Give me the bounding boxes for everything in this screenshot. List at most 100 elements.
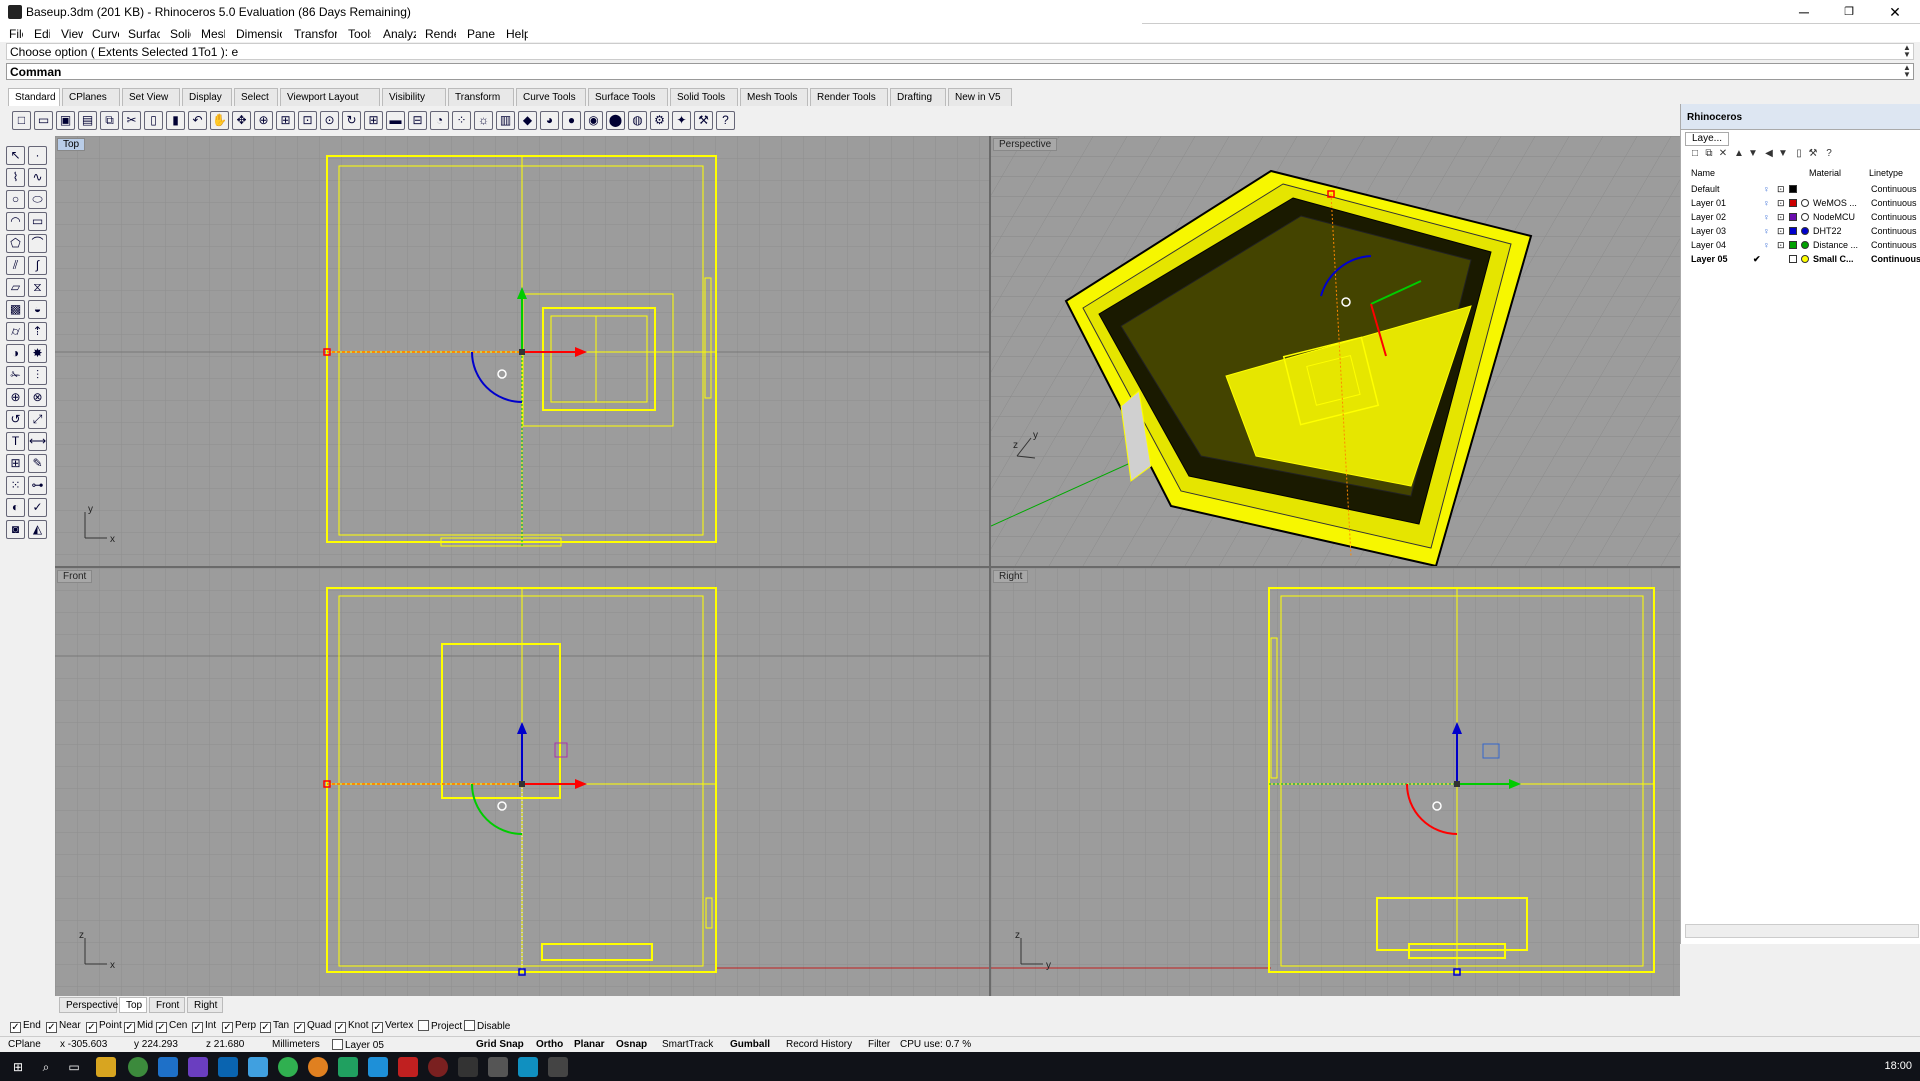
status-grid-snap[interactable]: Grid Snap (476, 1039, 524, 1050)
layer-color-swatch[interactable] (1789, 199, 1797, 207)
rotate-icon[interactable]: ↺ (6, 410, 25, 429)
rhino-taskbar-icon[interactable] (548, 1057, 568, 1077)
layer-row[interactable]: Layer 01 ♀ ⊡ WeMOS ... Continuous (1689, 196, 1920, 210)
viewport-perspective[interactable]: y z Perspective (991, 136, 1680, 566)
menu-solid[interactable]: Solid (170, 27, 191, 41)
filter-icon[interactable]: ▼ (1777, 148, 1789, 160)
delete-layer-icon[interactable]: ✕ (1717, 148, 1729, 160)
tab-drafting[interactable]: Drafting (890, 88, 946, 106)
osnap-quad[interactable]: ✓ Quad (294, 1020, 331, 1033)
grid-icon[interactable]: ⊟ (408, 111, 427, 130)
rectangle-icon[interactable]: ▭ (28, 212, 47, 231)
chat-icon[interactable] (368, 1057, 388, 1077)
tab-new-in-v5[interactable]: New in V5 (948, 88, 1012, 106)
search-icon[interactable]: ⌕ (36, 1057, 56, 1077)
osnap-cen-checkbox[interactable]: ✓ (156, 1022, 167, 1033)
rotate-view-icon[interactable]: ↻ (342, 111, 361, 130)
status-osnap[interactable]: Osnap (616, 1039, 647, 1050)
osnap-tan[interactable]: ✓ Tan (260, 1020, 289, 1033)
boolean-icon[interactable]: ◑ (6, 344, 25, 363)
print-icon[interactable]: ▤ (78, 111, 97, 130)
layer-row[interactable]: Default ♀ ⊡ Continuous (1689, 182, 1920, 196)
media-icon[interactable] (428, 1057, 448, 1077)
open-icon[interactable]: ▭ (34, 111, 53, 130)
point-icon[interactable]: · (28, 146, 47, 165)
tab-set-view[interactable]: Set View (122, 88, 180, 106)
tab-surface-tools[interactable]: Surface Tools (588, 88, 668, 106)
status-cplane[interactable]: CPlane (8, 1039, 41, 1050)
vp-tab-right[interactable]: Right (187, 997, 223, 1013)
menu-file[interactable]: File (9, 27, 23, 41)
lock-open-icon[interactable]: ⊡ (1777, 226, 1785, 237)
settings-icon[interactable]: ⚒ (694, 111, 713, 130)
arc-icon[interactable]: ◠ (6, 212, 25, 231)
zoom-window-icon[interactable]: ⊞ (276, 111, 295, 130)
vp-tab-front[interactable]: Front (149, 997, 185, 1013)
osnap-disable[interactable]: Disable (464, 1020, 510, 1032)
properties-icon[interactable]: ◔ (430, 111, 449, 130)
vp-tab-perspective[interactable]: Perspective (59, 997, 118, 1013)
split-icon[interactable]: ⫶ (28, 366, 47, 385)
lightbulb-icon[interactable]: ♀ (1763, 212, 1770, 222)
status-record-history[interactable]: Record History (786, 1039, 852, 1050)
new-sublayer-icon[interactable]: ⧉ (1703, 148, 1715, 160)
status-units[interactable]: Millimeters (272, 1039, 320, 1050)
help-icon[interactable]: ? (716, 111, 735, 130)
move-up-icon[interactable]: ▲ (1733, 148, 1745, 160)
menu-panels[interactable]: Panels (467, 27, 495, 41)
status-ortho[interactable]: Ortho (536, 1039, 563, 1050)
header-name[interactable]: Name (1691, 168, 1715, 178)
status-filter[interactable]: Filter (868, 1039, 890, 1050)
polygon-icon[interactable]: ⬠ (6, 234, 25, 253)
text-icon[interactable]: T (6, 432, 25, 451)
light-bulb-icon[interactable]: ☼ (474, 111, 493, 130)
material-swatch[interactable] (1801, 199, 1809, 207)
tab-display[interactable]: Display (182, 88, 232, 106)
options-icon[interactable]: ⚙ (650, 111, 669, 130)
blend-icon[interactable]: ∫ (28, 256, 47, 275)
clipboard-icon[interactable]: ▮ (166, 111, 185, 130)
zoom-extents-icon[interactable]: ⊡ (298, 111, 317, 130)
menu-curve[interactable]: Curve (92, 27, 119, 41)
explode-icon[interactable]: ✸ (28, 344, 47, 363)
move-view-icon[interactable]: ✥ (232, 111, 251, 130)
layer-row[interactable]: Layer 03 ♀ ⊡ DHT22 Continuous (1689, 224, 1920, 238)
status-layer[interactable]: Layer 05 (332, 1039, 384, 1051)
current-layer-check-icon[interactable]: ✔ (1753, 254, 1761, 265)
arduino-icon[interactable] (338, 1057, 358, 1077)
viewport-right[interactable]: z y Right (991, 568, 1680, 996)
status-smarttrack[interactable]: SmartTrack (662, 1039, 713, 1050)
select-arrow-icon[interactable]: ↖ (6, 146, 25, 165)
menu-help[interactable]: Help (506, 27, 528, 41)
firefox-icon[interactable] (308, 1057, 328, 1077)
curve-icon[interactable]: ∿ (28, 168, 47, 187)
osnap-project-checkbox[interactable] (418, 1020, 429, 1031)
wrench-icon[interactable]: ⚒ (1807, 148, 1819, 160)
tab-cplanes[interactable]: CPlanes (62, 88, 120, 106)
osnap-disable-checkbox[interactable] (464, 1020, 475, 1031)
tab-standard[interactable]: Standard (8, 88, 60, 106)
zoom-icon[interactable]: ⊕ (254, 111, 273, 130)
osnap-mid-checkbox[interactable]: ✓ (124, 1022, 135, 1033)
osnap-end[interactable]: ✓ End (10, 1020, 41, 1033)
pan-icon[interactable]: ✋ (210, 111, 229, 130)
gumball-center[interactable] (519, 349, 525, 355)
new-layer-icon[interactable]: □ (1689, 148, 1701, 160)
layer-color-icon[interactable]: ◆ (518, 111, 537, 130)
lightbulb-icon[interactable]: ♀ (1763, 198, 1770, 208)
right-view-canvas[interactable]: z y (991, 568, 1680, 996)
restore-button[interactable]: ❐ (1829, 2, 1869, 22)
tab-viewport-layout[interactable]: Viewport Layout (280, 88, 380, 106)
material-swatch[interactable] (1801, 241, 1809, 249)
file-explorer-icon[interactable] (96, 1057, 116, 1077)
task-view-icon[interactable]: ▭ (64, 1057, 84, 1077)
mesh-icon[interactable]: ⊞ (6, 454, 25, 473)
tools-icon[interactable]: ✦ (672, 111, 691, 130)
vp-tab-top[interactable]: Top (119, 997, 147, 1013)
menu-transform[interactable]: Transform (294, 27, 337, 41)
shaded-sphere-icon[interactable]: ● (562, 111, 581, 130)
osnap-point-checkbox[interactable]: ✓ (86, 1022, 97, 1033)
viewport-front[interactable]: z x Front (55, 568, 989, 996)
lock-open-icon[interactable]: ⊡ (1777, 240, 1785, 251)
tab-solid-tools[interactable]: Solid Tools (670, 88, 738, 106)
